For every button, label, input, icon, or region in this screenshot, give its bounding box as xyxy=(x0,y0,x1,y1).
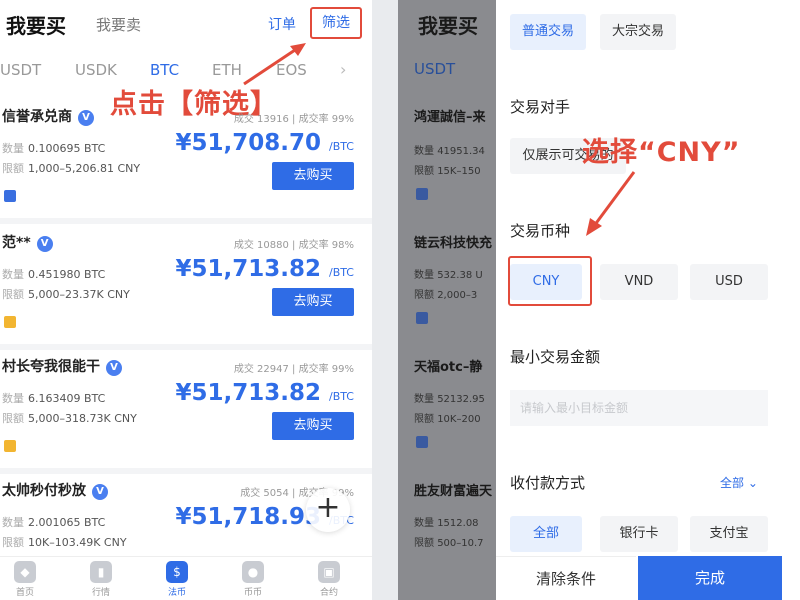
trade-type-normal[interactable]: 普通交易 xyxy=(510,14,586,50)
buy-screen: 我要买 我要卖 订单 筛选 USDT USDK BTC ETH EOS › 点击… xyxy=(0,0,372,600)
list-item[interactable]: 信誉承兑商 V 成交 13916 | 成交率 99% 数量 0.100695 BTC… xyxy=(0,100,372,224)
tab-coin[interactable]: ● 币币 xyxy=(228,561,278,598)
currency-title: 交易币种 xyxy=(510,222,571,240)
merchant-name: 太帅秒付秒放 V xyxy=(2,480,108,500)
list-item[interactable]: 范** V 成交 10880 | 成交率 98% 数量 0.451980 BTC 限… xyxy=(0,226,372,350)
coin-icon: ● xyxy=(242,561,264,583)
list-item[interactable]: 村长夸我很能干 V 成交 22947 | 成交率 99% 数量 6.163409 B… xyxy=(0,350,372,474)
currency-vnd[interactable]: VND xyxy=(600,264,678,300)
coin-tab-usdt[interactable]: USDT xyxy=(0,61,41,79)
payment-alipay[interactable]: 支付宝 xyxy=(690,516,768,552)
alipay-icon xyxy=(416,188,428,200)
chevron-right-icon[interactable]: › xyxy=(340,60,346,79)
coin-tab-eth[interactable]: ETH xyxy=(212,61,242,79)
tab-buy[interactable]: 我要买 xyxy=(6,10,66,39)
fiat-icon: $ xyxy=(166,561,188,583)
min-amount-title: 最小交易金额 xyxy=(510,348,601,366)
filter-screen: 我要买 USDT 鸿運誠信–来 数量 41951.34 限额 15K–150 链… xyxy=(398,0,800,600)
done-button[interactable]: 完成 xyxy=(638,556,782,600)
currency-usd[interactable]: USD xyxy=(690,264,768,300)
limit: 限额 5,000–23.37K CNY xyxy=(2,288,130,301)
quantity: 数量 0.451980 BTC xyxy=(2,268,106,281)
verified-icon: V xyxy=(92,484,108,500)
verified-icon: V xyxy=(78,110,94,126)
price: ¥51,713.82 /BTC xyxy=(175,380,354,406)
add-button[interactable]: + xyxy=(306,488,350,532)
chart-icon: ▮ xyxy=(90,561,112,583)
merchant-stats: 成交 13916 | 成交率 99% xyxy=(233,114,354,125)
payment-bank-card[interactable]: 银行卡 xyxy=(600,516,678,552)
quantity: 数量 0.100695 BTC xyxy=(2,142,106,155)
drawer-footer: 清除条件 完成 xyxy=(496,556,800,600)
tab-contract[interactable]: ▣ 合约 xyxy=(304,561,354,598)
price: ¥51,708.70 /BTC xyxy=(175,130,354,156)
payment-all[interactable]: 全部 xyxy=(510,516,582,552)
counterparty-title: 交易对手 xyxy=(510,98,571,116)
filter-button[interactable]: 筛选 xyxy=(310,7,362,39)
merchant-name: 村长夸我很能干 V xyxy=(2,356,122,376)
merchant-name: 信誉承兑商 V xyxy=(2,106,94,126)
filter-drawer: 普通交易 大宗交易 交易对手 仅展示可交易的 交易币种 CNY VND USD … xyxy=(496,0,800,600)
buy-button[interactable]: 去购买 xyxy=(272,162,354,190)
header: 我要买 我要卖 订单 筛选 xyxy=(0,0,372,48)
verified-icon: V xyxy=(36,236,53,252)
clear-button[interactable]: 清除条件 xyxy=(496,556,636,600)
coin-tab-btc[interactable]: BTC xyxy=(150,61,179,79)
merchant-stats: 成交 22947 | 成交率 99% xyxy=(233,364,354,375)
coin-tab-eos[interactable]: EOS xyxy=(276,61,307,79)
tab-sell[interactable]: 我要卖 xyxy=(96,14,141,35)
merchant-stats: 成交 10880 | 成交率 98% xyxy=(233,240,354,251)
tab-market[interactable]: ▮ 行情 xyxy=(76,561,126,598)
alipay-icon xyxy=(416,312,428,324)
buy-button[interactable]: 去购买 xyxy=(272,288,354,316)
price: ¥51,713.82 /BTC xyxy=(175,256,354,282)
merchant-name: 范** V xyxy=(2,232,53,252)
limit: 限额 5,000–318.73K CNY xyxy=(2,412,137,425)
cny-highlight-box xyxy=(508,256,592,306)
dimmed-underlay: 我要买 USDT 鸿運誠信–来 数量 41951.34 限额 15K–150 链… xyxy=(398,0,496,600)
buy-button[interactable]: 去购买 xyxy=(272,412,354,440)
quantity: 数量 6.163409 BTC xyxy=(2,392,106,405)
tab-fiat[interactable]: $ 法币 xyxy=(152,561,202,598)
home-icon: ◆ xyxy=(14,561,36,583)
quantity: 数量 2.001065 BTC xyxy=(2,516,106,529)
trade-type-block[interactable]: 大宗交易 xyxy=(600,14,676,50)
bank-card-icon xyxy=(4,440,16,452)
alipay-icon xyxy=(416,436,428,448)
verified-icon: V xyxy=(106,360,122,376)
limit: 限额 10K–103.49K CNY xyxy=(2,536,127,549)
min-amount-input[interactable] xyxy=(510,390,768,426)
annotation-select-cny: 选择“CNY” xyxy=(582,137,741,168)
coin-tab-usdk[interactable]: USDK xyxy=(75,61,117,79)
contract-icon: ▣ xyxy=(318,561,340,583)
payment-title: 收付款方式 xyxy=(510,474,586,492)
tab-home[interactable]: ◆ 首页 xyxy=(0,561,50,598)
bottom-tab-bar: ◆ 首页 ▮ 行情 $ 法币 ● 币币 ▣ 合约 xyxy=(0,556,372,600)
bank-card-icon xyxy=(4,316,16,328)
orders-link[interactable]: 订单 xyxy=(268,14,296,34)
payment-all-dropdown[interactable]: 全部 ⌄ xyxy=(720,474,758,491)
limit: 限额 1,000–5,206.81 CNY xyxy=(2,162,141,175)
alipay-icon xyxy=(4,190,16,202)
annotation-arrow xyxy=(586,171,636,236)
